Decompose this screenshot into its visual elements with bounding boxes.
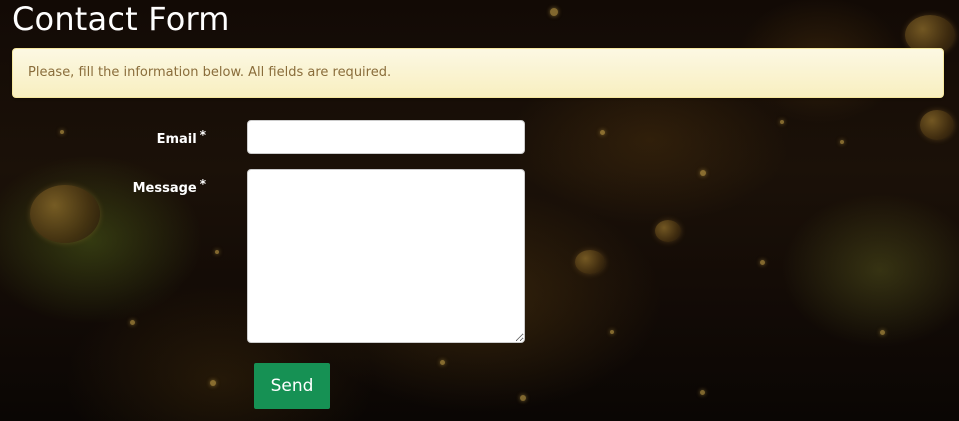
message-field[interactable] <box>247 169 525 343</box>
sparkle-decoration <box>130 320 135 325</box>
sparkle-decoration <box>760 260 765 265</box>
email-label: Email * <box>0 128 206 147</box>
page-title: Contact Form <box>12 0 230 38</box>
sparkle-decoration <box>610 330 614 334</box>
info-notice: Please, fill the information below. All … <box>12 48 944 98</box>
coin-decoration <box>575 250 605 274</box>
email-label-text: Email <box>156 132 197 147</box>
message-label-text: Message <box>132 181 197 196</box>
sparkle-decoration <box>700 170 706 176</box>
email-required-mark: * <box>199 128 206 142</box>
sparkle-decoration <box>520 395 526 401</box>
sparkle-decoration <box>210 380 216 386</box>
sparkle-decoration <box>550 8 558 16</box>
sparkle-decoration <box>440 360 445 365</box>
coin-decoration <box>655 220 681 242</box>
sparkle-decoration <box>215 250 219 254</box>
send-button[interactable]: Send <box>254 363 330 409</box>
email-field[interactable] <box>247 120 525 154</box>
sparkle-decoration <box>600 130 605 135</box>
sparkle-decoration <box>840 140 844 144</box>
coin-decoration <box>920 110 954 140</box>
message-label: Message * <box>0 177 206 196</box>
message-required-mark: * <box>199 177 206 191</box>
sparkle-decoration <box>880 330 885 335</box>
sparkle-decoration <box>700 390 705 395</box>
sparkle-decoration <box>780 120 784 124</box>
